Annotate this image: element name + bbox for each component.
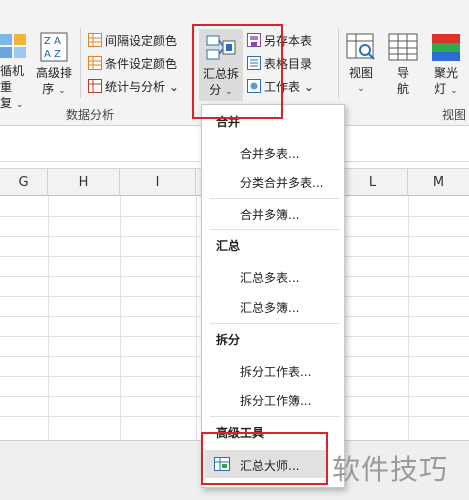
shuffle-repeat-label-1: 循机重: [0, 64, 25, 94]
interval-color-label: 间隔设定颜色: [105, 34, 178, 48]
column-header-i[interactable]: I: [120, 169, 196, 196]
shuffle-repeat-label-2: 复 ⌄: [0, 96, 24, 110]
group-label-data-analysis: 数据分析: [66, 108, 115, 122]
svg-text:Z: Z: [54, 49, 61, 60]
grid-line: [196, 196, 197, 440]
shuffle-repeat-button[interactable]: 循机重 复 ⌄: [0, 32, 32, 113]
grid-line: [120, 196, 121, 440]
advanced-sort-label-1: 高级排: [35, 66, 72, 80]
menu-item-summary-workbooks[interactable]: 汇总多簿...: [240, 299, 299, 316]
menu-item-summary-sheets[interactable]: 汇总多表...: [240, 269, 299, 286]
menu-item-category-merge[interactable]: 分类合并多表...: [240, 174, 323, 191]
menu-item-merge-sheets[interactable]: 合并多表...: [240, 145, 299, 162]
nav-grid-icon: [388, 32, 418, 62]
stats-analysis-button[interactable]: 统计与分析 ⌄: [88, 77, 179, 97]
watermark-text: 软件技巧: [332, 453, 449, 486]
spotlight-colors-icon: [431, 32, 461, 62]
menu-item-split-sheet[interactable]: 拆分工作表...: [240, 363, 311, 380]
menu-separator: [210, 229, 340, 230]
spotlight-button[interactable]: 聚光 灯 ⌄: [428, 32, 464, 99]
svg-text:A: A: [54, 36, 61, 47]
section-header-summary: 汇总: [216, 239, 241, 253]
merge-split-dropdown: 合并 合并多表... 分类合并多表... 合并多簿... 汇总 汇总多表... …: [201, 104, 345, 488]
stats-analysis-label: 统计与分析: [105, 80, 166, 94]
condition-color-button[interactable]: 条件设定颜色: [88, 54, 177, 74]
column-header-h[interactable]: H: [48, 169, 120, 196]
advanced-sort-button[interactable]: Z A A Z 高级排 序 ⌄: [34, 32, 74, 99]
view-magnifier-icon: [346, 32, 376, 62]
table-orange-icon: [88, 56, 102, 70]
spotlight-label-1: 聚光: [433, 66, 458, 80]
highlight-box-summary-master: [201, 432, 328, 485]
grid-line: [408, 196, 409, 440]
chevron-down-icon: ⌄: [303, 80, 314, 94]
navigation-button[interactable]: 导 航: [386, 32, 420, 97]
interval-color-button[interactable]: 间隔设定颜色: [88, 31, 177, 51]
table-orange-icon: [88, 33, 102, 47]
column-header-g[interactable]: G: [0, 169, 48, 196]
ribbon-separator: [338, 28, 339, 98]
column-header-m[interactable]: M: [408, 169, 469, 196]
svg-text:Z: Z: [44, 36, 51, 47]
menu-separator: [210, 323, 340, 324]
advanced-sort-label-2: 序 ⌄: [42, 82, 66, 96]
section-header-split: 拆分: [216, 333, 241, 347]
group-label-view: 视图: [442, 108, 467, 122]
ribbon-separator: [80, 28, 81, 98]
menu-item-split-workbook[interactable]: 拆分工作簿...: [240, 392, 311, 409]
view-label-1: 视图: [348, 66, 373, 80]
stats-table-icon: [88, 79, 102, 93]
svg-text:A: A: [44, 49, 51, 60]
menu-item-merge-workbooks[interactable]: 合并多簿...: [240, 206, 299, 223]
menu-separator: [210, 416, 340, 417]
view-button[interactable]: 视图 ⌄: [343, 32, 379, 97]
sort-az-icon: Z A A Z: [40, 32, 68, 62]
spotlight-label-2: 灯 ⌄: [434, 82, 458, 96]
menu-separator: [210, 198, 340, 199]
grid-line: [48, 196, 49, 440]
column-header-l[interactable]: L: [338, 169, 408, 196]
navigation-label-2: 航: [396, 82, 409, 96]
condition-color-label: 条件设定颜色: [105, 57, 178, 71]
chevron-down-icon: ⌄: [357, 84, 365, 94]
highlight-box-merge-split: [192, 24, 283, 119]
grid-colored-icon: [0, 32, 28, 60]
navigation-label-1: 导: [396, 66, 409, 80]
chevron-down-icon: ⌄: [168, 80, 179, 94]
